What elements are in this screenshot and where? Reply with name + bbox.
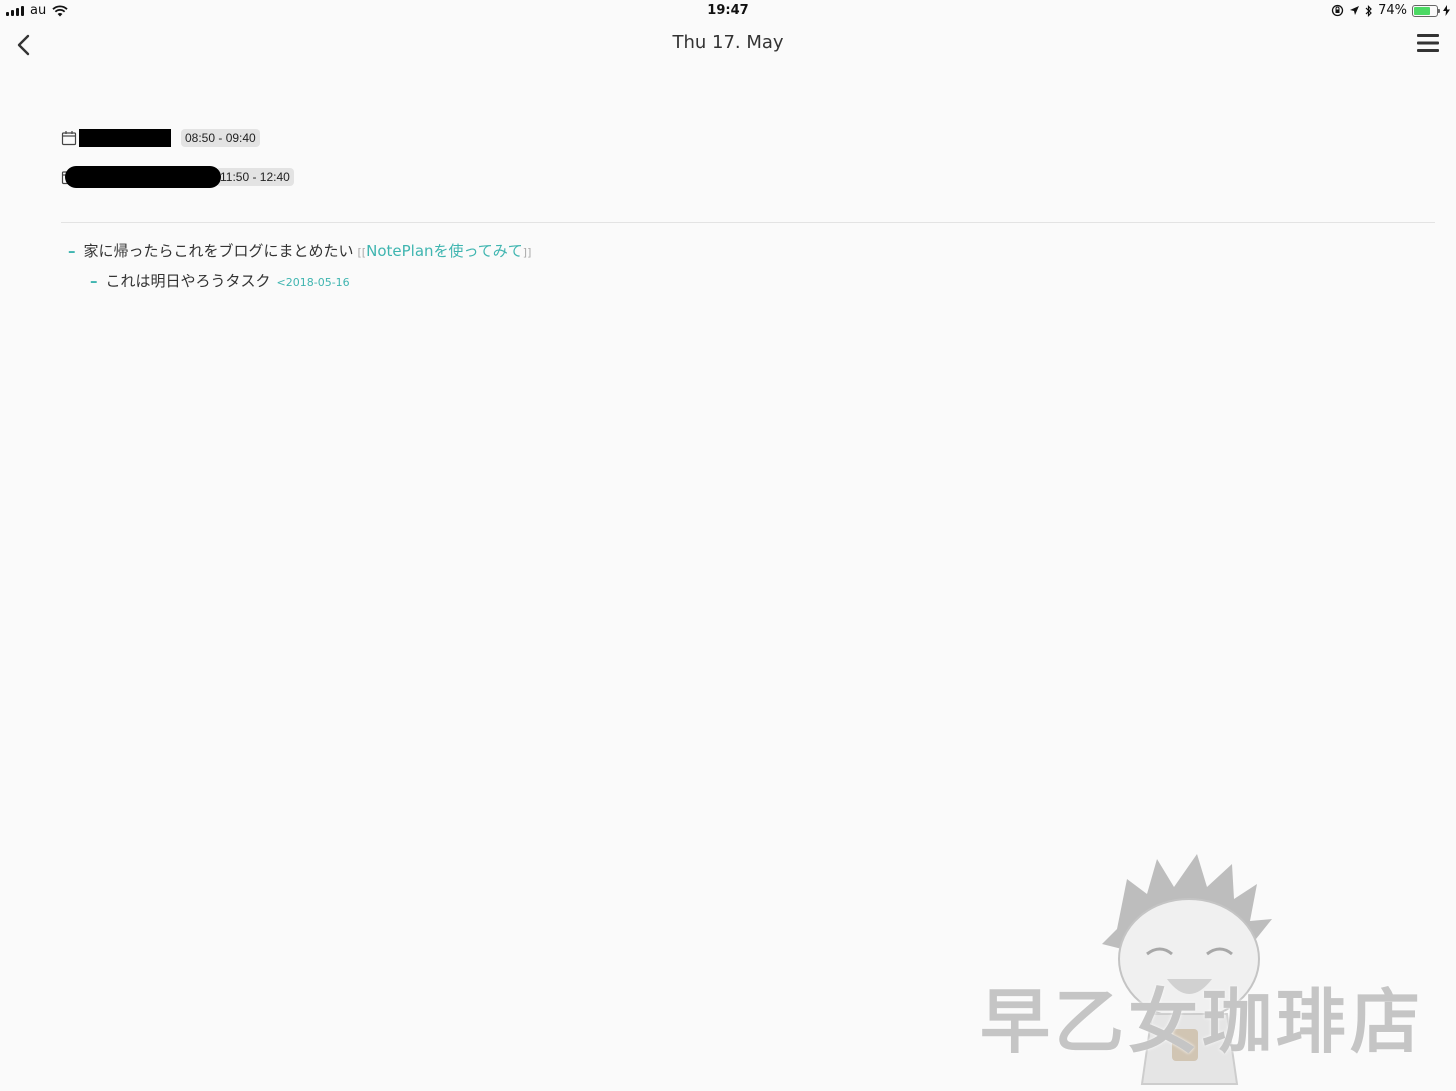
watermark-logo: 早乙女珈琲店: [952, 849, 1452, 1089]
battery-icon: [1412, 4, 1440, 17]
back-button[interactable]: [10, 30, 40, 60]
app-screen: au 19:47 74% Thu 17. May 08:50 - 09:40 1…: [0, 0, 1456, 1091]
battery-fill: [1414, 6, 1430, 15]
redacted-event-title: [79, 129, 171, 147]
redacted-event-title: [65, 166, 221, 188]
note-link[interactable]: NotePlanを使ってみて: [366, 240, 523, 261]
event-time-badge: 08:50 - 09:40: [181, 129, 260, 147]
event-item[interactable]: 11:50 - 12:40: [61, 163, 294, 191]
calendar-icon: [61, 131, 77, 146]
link-bracket-open: [[: [357, 246, 367, 259]
status-right: 74%: [1331, 3, 1450, 18]
orientation-lock-icon: [1331, 4, 1344, 17]
status-time: 19:47: [707, 3, 749, 18]
charging-icon: [1443, 5, 1450, 16]
event-list: 08:50 - 09:40 11:50 - 12:40: [61, 124, 294, 202]
list-item[interactable]: – 家に帰ったらこれをブログにまとめたい [[ NotePlanを使ってみて ]…: [68, 240, 531, 261]
nav-bar: Thu 17. May: [0, 22, 1456, 68]
bluetooth-icon: [1365, 4, 1372, 17]
event-time-badge: 11:50 - 12:40: [216, 168, 294, 186]
divider: [61, 222, 1435, 223]
menu-icon[interactable]: [1416, 32, 1440, 54]
battery-percent: 74%: [1378, 3, 1407, 18]
bullet-dash: –: [68, 242, 76, 260]
task-text: 家に帰ったらこれをブログにまとめたい: [83, 242, 354, 260]
bullet-dash: –: [90, 272, 98, 290]
date-tag[interactable]: <2018-05-16: [277, 276, 350, 289]
location-icon: [1350, 6, 1360, 15]
page-title: Thu 17. May: [672, 32, 784, 53]
link-bracket-close: ]]: [522, 246, 532, 259]
status-bar: au 19:47 74%: [0, 0, 1456, 22]
list-item[interactable]: – これは明日やろうタスク <2018-05-16: [90, 270, 350, 291]
event-item[interactable]: 08:50 - 09:40: [61, 124, 294, 152]
task-text: これは明日やろうタスク: [105, 272, 271, 290]
watermark-text: 早乙女珈琲店: [980, 981, 1424, 1063]
